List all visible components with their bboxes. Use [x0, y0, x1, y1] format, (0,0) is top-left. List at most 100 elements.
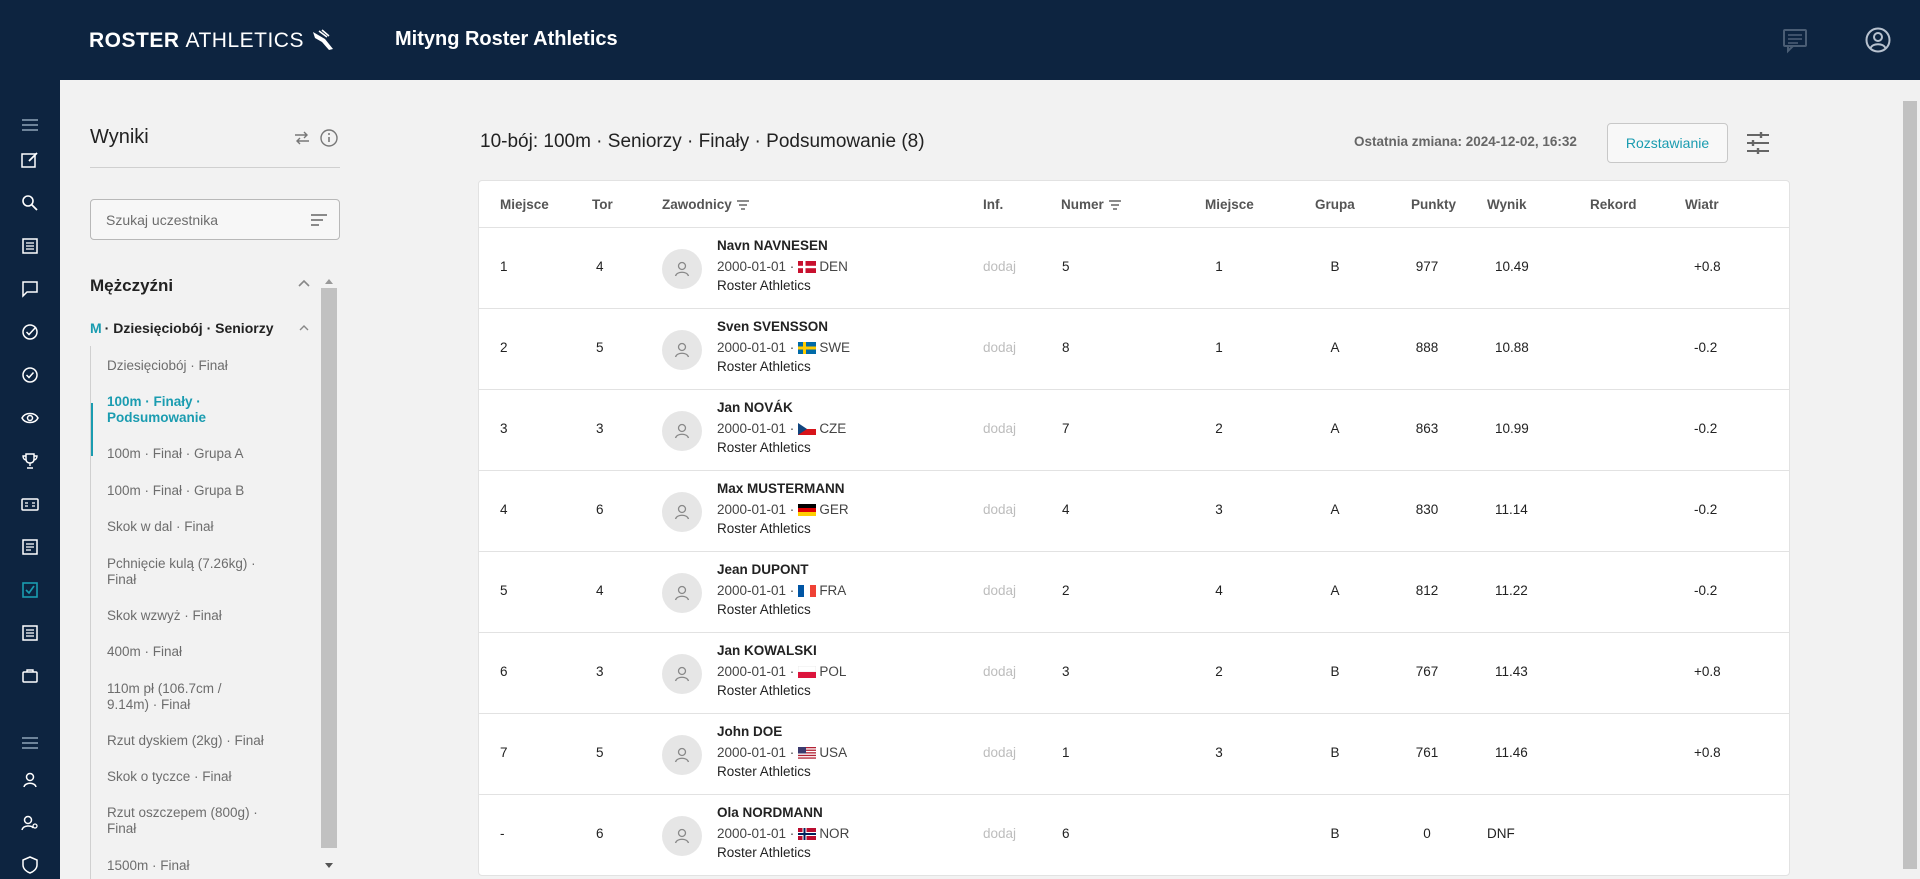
col-header-group[interactable]: Grupa — [1315, 197, 1355, 212]
search-icon[interactable] — [19, 192, 41, 214]
page-scroll-thumb[interactable] — [1903, 101, 1917, 869]
table-row[interactable]: 1 4 Navn NAVNESEN 2000-01-01 · DEN Roste… — [479, 228, 1789, 309]
eye-icon[interactable] — [19, 407, 41, 429]
trophy-icon[interactable] — [19, 450, 41, 472]
table-row[interactable]: 2 5 Sven SVENSSON 2000-01-01 · SWE Roste… — [479, 309, 1789, 390]
table-row[interactable]: - 6 Ola NORDMANN 2000-01-01 · NOR Roster… — [479, 795, 1789, 875]
edit-icon[interactable] — [19, 149, 41, 171]
avatar[interactable] — [662, 411, 702, 451]
check-circle-icon[interactable] — [19, 364, 41, 386]
cell-result[interactable]: 11.22 — [1495, 583, 1528, 598]
chevron-up-icon[interactable] — [298, 323, 310, 331]
athlete-name[interactable]: John DOE — [717, 724, 782, 739]
table-row[interactable]: 7 5 John DOE 2000-01-01 · USA Roster Ath… — [479, 714, 1789, 795]
event-item[interactable]: Pchnięcie kulą (7.26kg) · Finał — [107, 556, 267, 588]
list-icon[interactable] — [19, 622, 41, 644]
group-decathlon-seniors[interactable]: M · Dziesięciobój · Seniorzy — [90, 320, 274, 336]
avatar[interactable] — [662, 249, 702, 289]
filter-icon[interactable] — [736, 199, 750, 211]
event-item[interactable]: 1500m · Finał — [107, 858, 287, 874]
cell-result[interactable]: 11.43 — [1495, 664, 1528, 679]
account-icon[interactable] — [1864, 26, 1892, 54]
avatar[interactable] — [662, 330, 702, 370]
col-header-points[interactable]: Punkty — [1411, 197, 1456, 212]
chevron-up-icon[interactable] — [297, 278, 311, 288]
chat-icon[interactable] — [19, 278, 41, 300]
event-item[interactable]: Dziesięciobój · Finał — [107, 358, 287, 374]
col-header-result[interactable]: Wynik — [1487, 197, 1527, 212]
cell-result[interactable]: 11.46 — [1495, 745, 1528, 760]
athlete-name[interactable]: Sven SVENSSON — [717, 319, 828, 334]
seeding-button[interactable]: Rozstawianie — [1607, 123, 1728, 163]
menu-icon[interactable] — [19, 114, 41, 136]
tune-settings-icon[interactable] — [1744, 129, 1772, 157]
event-item[interactable]: Rzut dyskiem (2kg) · Finał — [107, 733, 287, 749]
event-item[interactable]: Skok wzwyż · Finał — [107, 608, 287, 624]
athlete-name[interactable]: Ola NORDMANN — [717, 805, 823, 820]
filter-icon[interactable] — [1108, 199, 1122, 211]
swap-icon[interactable] — [293, 129, 311, 147]
cell-result[interactable]: DNF — [1487, 826, 1515, 841]
section-men[interactable]: Mężczyźni — [90, 276, 173, 296]
add-info-link[interactable]: dodaj — [983, 340, 1016, 355]
event-item[interactable]: 100m · Finał · Grupa B — [107, 483, 287, 499]
briefcase-icon[interactable] — [19, 665, 41, 687]
col-header-place[interactable]: Miejsce — [500, 197, 549, 212]
add-info-link[interactable]: dodaj — [983, 826, 1016, 841]
athlete-name[interactable]: Jan KOWALSKI — [717, 643, 817, 658]
check-circle-icon[interactable] — [19, 321, 41, 343]
sidebar-scroll-thumb[interactable] — [321, 288, 337, 848]
event-item[interactable]: Skok w dal · Finał — [107, 519, 287, 535]
results-icon[interactable] — [19, 536, 41, 558]
col-header-lane[interactable]: Tor — [592, 197, 613, 212]
brand-logo[interactable]: ROSTER ATHLETICS — [89, 29, 338, 53]
cell-result[interactable]: 10.49 — [1495, 259, 1529, 274]
add-info-link[interactable]: dodaj — [983, 502, 1016, 517]
menu-icon[interactable] — [19, 732, 41, 754]
add-info-link[interactable]: dodaj — [983, 664, 1016, 679]
avatar[interactable] — [662, 654, 702, 694]
table-row[interactable]: 4 6 Max MUSTERMANN 2000-01-01 · GER Rost… — [479, 471, 1789, 552]
avatar[interactable] — [662, 573, 702, 613]
event-item[interactable]: 100m · Finał · Grupa A — [107, 446, 287, 462]
col-header-wind[interactable]: Wiatr — [1685, 197, 1719, 212]
table-row[interactable]: 3 3 Jan NOVÁK 2000-01-01 · CZE Roster At… — [479, 390, 1789, 471]
athlete-search[interactable] — [90, 199, 340, 240]
scroll-up-icon[interactable] — [324, 277, 334, 285]
col-header-record[interactable]: Rekord — [1590, 197, 1637, 212]
col-header-info[interactable]: Inf. — [983, 197, 1003, 212]
athlete-name[interactable]: Jan NOVÁK — [717, 400, 793, 415]
col-header-number[interactable]: Numer — [1061, 197, 1122, 212]
scroll-down-icon[interactable] — [324, 862, 334, 870]
cell-result[interactable]: 11.14 — [1495, 502, 1528, 517]
sort-filter-icon[interactable] — [309, 212, 329, 228]
add-info-link[interactable]: dodaj — [983, 259, 1016, 274]
athlete-search-input[interactable] — [106, 210, 296, 230]
col-header-athletes[interactable]: Zawodnicy — [662, 197, 750, 212]
athlete-name[interactable]: Navn NAVNESEN — [717, 238, 828, 253]
athlete-name[interactable]: Jean DUPONT — [717, 562, 809, 577]
user-icon[interactable] — [19, 769, 41, 791]
table-row[interactable]: 6 3 Jan KOWALSKI 2000-01-01 · POL Roster… — [479, 633, 1789, 714]
event-item[interactable]: Rzut oszczepem (800g) · Finał — [107, 805, 267, 837]
scoreboard-icon[interactable] — [19, 493, 41, 515]
add-info-link[interactable]: dodaj — [983, 421, 1016, 436]
checkbox-icon[interactable] — [19, 579, 41, 601]
avatar[interactable] — [662, 735, 702, 775]
avatar[interactable] — [662, 816, 702, 856]
event-item[interactable]: 400m · Finał — [107, 644, 287, 660]
athlete-name[interactable]: Max MUSTERMANN — [717, 481, 845, 496]
event-item-active[interactable]: 100m · Finały · Podsumowanie — [107, 394, 227, 426]
event-item[interactable]: 110m pł (106.7cm / 9.14m) · Finał — [107, 681, 257, 713]
add-info-link[interactable]: dodaj — [983, 583, 1016, 598]
cell-result[interactable]: 10.99 — [1495, 421, 1529, 436]
event-item[interactable]: Skok o tyczce · Finał — [107, 769, 287, 785]
avatar[interactable] — [662, 492, 702, 532]
table-row[interactable]: 5 4 Jean DUPONT 2000-01-01 · FRA Roster … — [479, 552, 1789, 633]
user-search-icon[interactable] — [19, 812, 41, 834]
col-header-place2[interactable]: Miejsce — [1205, 197, 1254, 212]
info-icon[interactable] — [319, 128, 339, 148]
list-icon[interactable] — [19, 235, 41, 257]
shield-icon[interactable] — [19, 854, 41, 876]
add-info-link[interactable]: dodaj — [983, 745, 1016, 760]
